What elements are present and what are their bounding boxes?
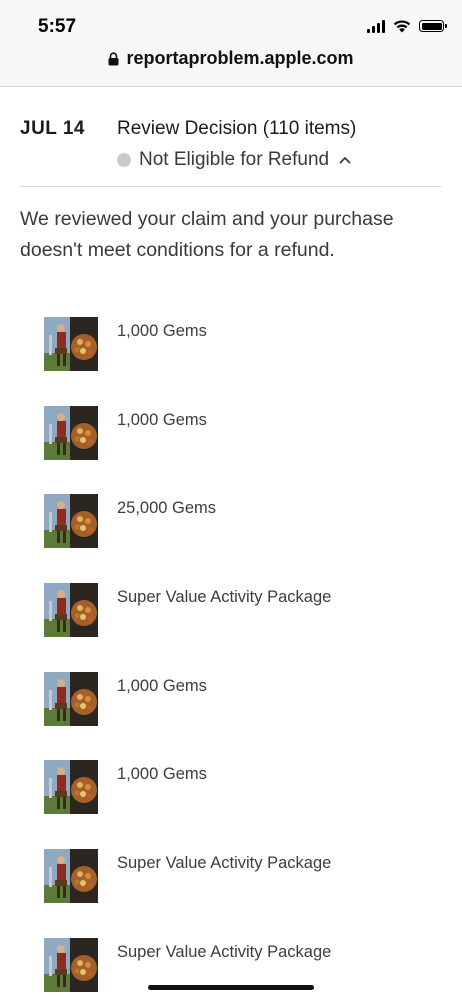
- game-art-thumbnail-icon: [44, 937, 98, 992]
- list-item[interactable]: 25,000 Gems: [0, 477, 462, 566]
- game-art-thumbnail-icon: [44, 671, 98, 726]
- item-name: 1,000 Gems: [117, 410, 207, 429]
- list-item[interactable]: 1,000 Gems: [0, 743, 462, 832]
- chevron-up-icon[interactable]: [339, 156, 351, 164]
- status-time: 5:57: [38, 16, 77, 37]
- purchase-items-list: 1,000 Gems 1,000 Gems 25,000 Gems Super …: [0, 300, 462, 1000]
- game-art-thumbnail-icon: [44, 494, 98, 549]
- battery-icon: [419, 20, 447, 32]
- item-name: Super Value Activity Package: [117, 588, 332, 607]
- list-item[interactable]: 1,000 Gems: [0, 655, 462, 744]
- decision-title: Review Decision (110 items): [117, 118, 357, 139]
- divider: [20, 186, 442, 187]
- status-dot-icon: [117, 153, 131, 167]
- refund-status-label: Not Eligible for Refund: [139, 149, 330, 170]
- item-name: Super Value Activity Package: [117, 854, 332, 873]
- game-art-thumbnail-icon: [44, 405, 98, 460]
- game-art-thumbnail-icon: [44, 760, 98, 815]
- cellular-signal-icon: [367, 19, 385, 33]
- game-art-thumbnail-icon: [44, 583, 98, 638]
- item-name: 1,000 Gems: [117, 765, 207, 784]
- list-item[interactable]: 1,000 Gems: [0, 300, 462, 389]
- item-name: 1,000 Gems: [117, 322, 207, 340]
- lock-icon: [108, 51, 119, 65]
- list-item[interactable]: 1,000 Gems: [0, 389, 462, 478]
- home-indicator[interactable]: [148, 985, 314, 990]
- game-art-thumbnail-icon: [44, 317, 98, 371]
- game-art-thumbnail-icon: [44, 849, 98, 904]
- status-icons: [367, 19, 447, 33]
- address-bar[interactable]: reportaproblem.apple.com: [0, 48, 462, 69]
- url-text: reportaproblem.apple.com: [126, 48, 354, 68]
- item-name: 25,000 Gems: [117, 499, 217, 518]
- list-item[interactable]: Super Value Activity Package: [0, 832, 462, 921]
- screen: 5:57 reportaproblem.apple.com JUL 14 Rev…: [0, 0, 462, 1000]
- item-name: 1,000 Gems: [117, 676, 207, 695]
- item-name: Super Value Activity Package: [117, 942, 332, 961]
- browser-chrome: 5:57 reportaproblem.apple.com: [0, 0, 462, 87]
- wifi-icon: [393, 20, 411, 33]
- refund-status[interactable]: Not Eligible for Refund: [117, 149, 351, 171]
- decision-message: We reviewed your claim and your purchase…: [20, 208, 394, 261]
- list-item[interactable]: Super Value Activity Package: [0, 566, 462, 655]
- decision-date: JUL 14: [20, 118, 85, 139]
